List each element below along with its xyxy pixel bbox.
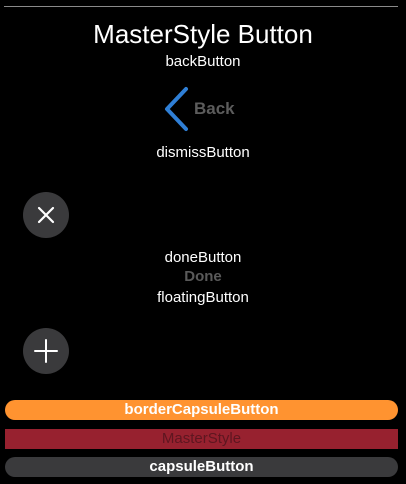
section-label-floating-button: floatingButton (157, 289, 249, 306)
dismiss-button[interactable] (23, 192, 69, 238)
masterstyle-button[interactable]: MasterStyle (5, 429, 398, 449)
border-capsule-button[interactable]: borderCapsuleButton (5, 400, 398, 420)
close-icon (37, 206, 55, 224)
plus-icon (34, 339, 58, 363)
back-button-label: Back (194, 99, 235, 118)
top-divider (4, 6, 398, 7)
section-label-dismiss-button: dismissButton (156, 144, 250, 161)
section-label-back-button: backButton (165, 53, 241, 70)
back-button[interactable]: Back (162, 86, 235, 132)
page-title: MasterStyle Button (93, 19, 313, 49)
done-button[interactable]: Done (0, 268, 406, 286)
section-label-done-button: doneButton (164, 249, 242, 266)
capsule-button[interactable]: capsuleButton (5, 457, 398, 477)
floating-button[interactable] (23, 328, 69, 374)
chevron-left-icon (162, 86, 190, 132)
